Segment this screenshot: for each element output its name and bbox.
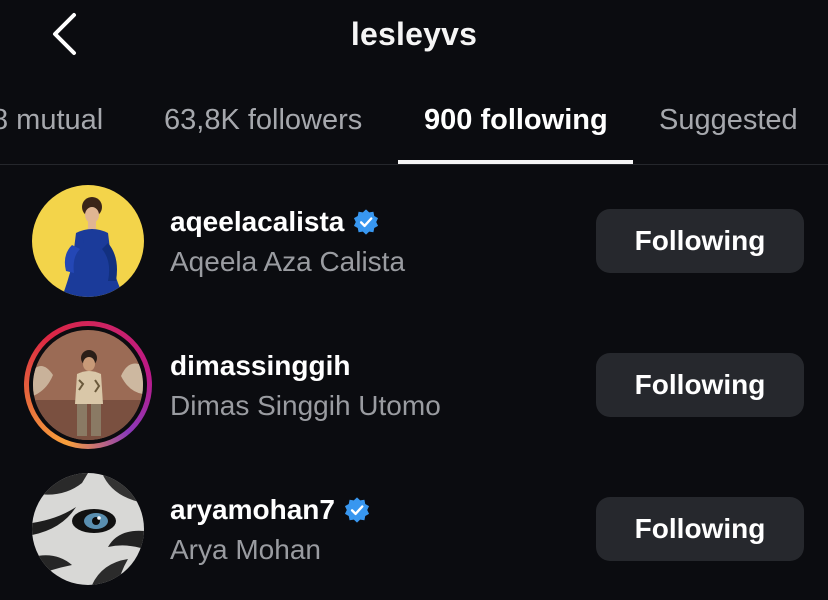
following-screen: lesleyvs 8 mutual 63,8K followers 900 fo… — [0, 0, 828, 600]
username[interactable]: dimassinggih — [170, 350, 350, 382]
avatar-image — [33, 330, 143, 440]
following-button[interactable]: Following — [596, 353, 804, 417]
full-name: Arya Mohan — [170, 534, 321, 565]
verified-badge-icon — [344, 497, 370, 523]
user-info: dimassinggih Dimas Singgih Utomo — [170, 350, 441, 422]
page-title: lesleyvs — [350, 16, 478, 52]
following-button[interactable]: Following — [596, 497, 804, 561]
full-name: Aqeela Aza Calista — [170, 246, 406, 277]
avatar[interactable] — [32, 185, 144, 297]
tab-suggested[interactable]: Suggested — [659, 104, 798, 137]
list-item: aryamohan7 Arya Mohan Following — [0, 458, 828, 598]
verified-badge-icon — [354, 209, 379, 235]
username[interactable]: aryamohan7 — [170, 494, 335, 526]
username[interactable]: aqeelacalista — [170, 206, 344, 238]
user-info: aryamohan7 Arya Mohan — [170, 494, 371, 566]
list-item: aqeelacalista Aqeela Aza Calista Followi… — [0, 170, 828, 310]
avatar-image — [32, 473, 144, 585]
user-info: aqeelacalista Aqeela Aza Calista — [170, 206, 405, 278]
story-ring[interactable] — [24, 321, 152, 449]
avatar[interactable] — [32, 473, 144, 585]
avatar-image — [32, 185, 144, 297]
list-item: dimassinggih Dimas Singgih Utomo Followi… — [0, 314, 828, 454]
divider — [0, 164, 828, 165]
header: lesleyvs — [0, 0, 828, 72]
following-button[interactable]: Following — [596, 209, 804, 273]
full-name: Dimas Singgih Utomo — [170, 390, 441, 421]
tab-mutual[interactable]: 8 mutual — [0, 104, 103, 137]
tab-following[interactable]: 900 following — [424, 104, 608, 137]
tab-bar: 8 mutual 63,8K followers 900 following S… — [0, 96, 828, 164]
avatar[interactable] — [33, 330, 143, 440]
tab-followers[interactable]: 63,8K followers — [164, 104, 362, 137]
